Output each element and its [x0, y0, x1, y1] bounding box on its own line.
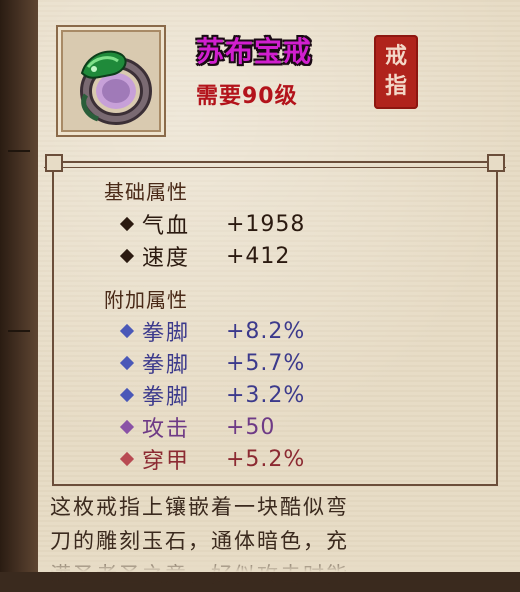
diamond-bullet-icon	[119, 451, 135, 467]
attr-value: +1958	[226, 211, 306, 237]
seal-char: 指	[384, 74, 407, 99]
item-description: 这枚戒指上镶嵌着一块酷似弯 刀的雕刻玉石，通体暗色，充 满圣者圣之意，好似攻击时…	[50, 490, 500, 592]
diamond-bullet-icon	[119, 419, 135, 435]
basic-attr-row: 气血 +1958	[119, 208, 306, 240]
border-notch	[8, 330, 30, 332]
box-corner-ornament	[45, 154, 63, 172]
attr-value: +412	[226, 243, 291, 269]
border-notch	[8, 150, 30, 152]
diamond-bullet-icon	[119, 248, 135, 264]
attr-value: +50	[226, 414, 276, 440]
extra-attributes-title: 附加属性	[104, 288, 188, 312]
attr-name: 穿甲	[142, 449, 191, 474]
attr-name: 气血	[142, 214, 191, 239]
diamond-bullet-icon	[119, 355, 135, 371]
diamond-bullet-icon	[119, 216, 135, 232]
attr-value: +3.2%	[226, 382, 306, 408]
attr-value: +8.2%	[226, 318, 306, 344]
seal-char: 戒	[384, 44, 407, 69]
extra-attr-row: 穿甲 +5.2%	[119, 443, 306, 475]
extra-attr-row: 攻击 +50	[119, 411, 276, 443]
attr-value: +5.7%	[226, 350, 306, 376]
description-line: 刀的雕刻玉石，通体暗色，充	[50, 529, 349, 553]
category-seal: 戒 指	[374, 35, 418, 109]
attr-name: 拳脚	[142, 353, 191, 378]
attr-name: 速度	[142, 246, 191, 271]
diamond-bullet-icon	[119, 387, 135, 403]
attr-name: 拳脚	[142, 385, 191, 410]
box-corner-ornament	[487, 154, 505, 172]
extra-attr-row: 拳脚 +5.7%	[119, 347, 306, 379]
basic-attr-row: 速度 +412	[119, 240, 291, 272]
description-line: 这枚戒指上镶嵌着一块酷似弯	[50, 495, 349, 519]
attr-value: +5.2%	[226, 446, 306, 472]
green-jade-ring-icon	[80, 50, 152, 125]
extra-attr-row: 拳脚 +8.2%	[119, 315, 306, 347]
attr-name: 攻击	[142, 417, 191, 442]
left-dark-border	[0, 0, 38, 572]
scroll-fade	[38, 556, 520, 572]
extra-attr-row: 拳脚 +3.2%	[119, 379, 306, 411]
basic-attributes-title: 基础属性	[104, 180, 188, 204]
diamond-bullet-icon	[119, 323, 135, 339]
level-requirement: 需要90级	[196, 84, 298, 109]
item-icon-frame[interactable]	[56, 25, 166, 137]
attr-name: 拳脚	[142, 321, 191, 346]
item-name: 苏布宝戒	[196, 35, 313, 68]
box-top-rule	[44, 167, 506, 168]
